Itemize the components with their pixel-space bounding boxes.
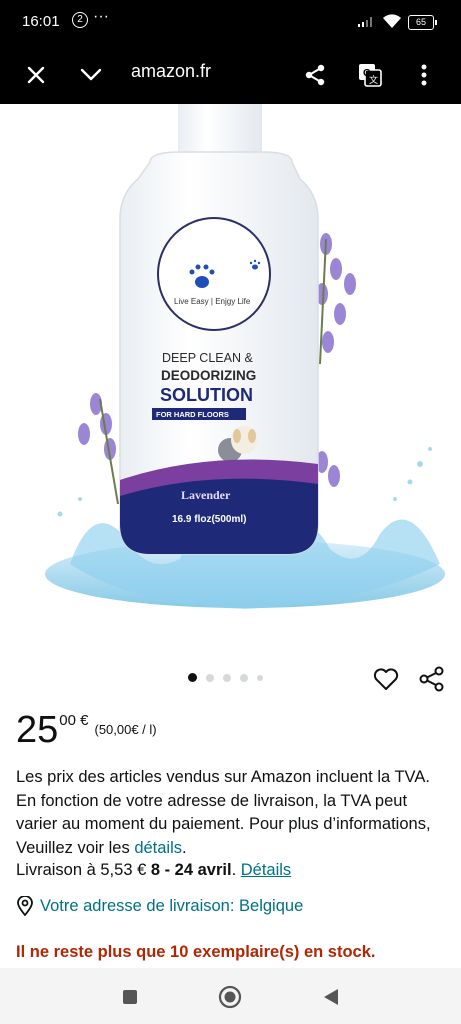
tva-notice: Les prix des articles vendus sur Amazon … [16, 766, 446, 860]
share-product-icon[interactable] [418, 665, 446, 693]
close-icon[interactable] [19, 58, 53, 92]
system-navigation-bar [0, 968, 461, 1024]
svg-text:文: 文 [369, 74, 378, 86]
image-carousel-indicator[interactable] [188, 673, 263, 682]
bottle-tagline: Live Easy | Enjgy Life [174, 297, 251, 306]
price-per-unit: (50,00€ / l) [94, 722, 157, 737]
carousel-dot[interactable] [240, 673, 248, 682]
delivery-address-text: Votre adresse de livraison: Belgique [40, 896, 304, 915]
delivery-info: Livraison à 5,53 € 8 - 24 avril. Détails [16, 861, 291, 880]
notification-count-badge: 2 [72, 12, 88, 28]
delivery-details-link[interactable]: Détails [241, 861, 291, 879]
bottle-deep-clean: DEEP CLEAN & [162, 351, 253, 365]
delivery-dates: 8 - 24 avril [150, 861, 232, 879]
carousel-dot[interactable] [223, 673, 231, 682]
battery-icon: 65 [408, 15, 437, 30]
stock-warning: Il ne reste plus que 10 exemplaire(s) en… [16, 943, 376, 961]
bottle-deodorizing: DEODORIZING [161, 368, 256, 383]
tva-details-link[interactable]: détails [134, 839, 182, 857]
carousel-dot[interactable] [257, 674, 263, 681]
more-notifications-icon: ··· [93, 8, 109, 25]
carousel-dot[interactable] [206, 673, 214, 682]
tva-notice-text: Les prix des articles vendus sur Amazon … [16, 768, 431, 857]
wifi-icon [383, 14, 401, 28]
delivery-address-link[interactable]: Votre adresse de livraison: Belgique [16, 896, 303, 916]
bottle-for-hard-floors: FOR HARD FLOORS [156, 410, 229, 419]
product-image[interactable]: Live Easy | Enjgy Life DEEP CLEAN & DEOD… [0, 104, 461, 664]
translate-icon[interactable]: G 文 [353, 58, 387, 92]
status-time: 16:01 [22, 13, 60, 30]
bottle-volume: 16.9 floz(500ml) [172, 514, 246, 525]
bottle-solution: SOLUTION [160, 385, 253, 405]
share-icon[interactable] [298, 58, 332, 92]
carousel-dot[interactable] [188, 673, 197, 682]
browser-top-bar: amazon.fr G 文 [0, 46, 461, 104]
status-bar: 16:01 2 ··· 65 [0, 0, 461, 46]
price-fraction: 00 € [59, 712, 89, 729]
more-options-icon[interactable] [407, 58, 441, 92]
price-whole: 25 [16, 709, 59, 751]
bottle-scent: Lavender [181, 488, 231, 502]
signal-icon [358, 17, 372, 27]
location-pin-icon [17, 896, 33, 916]
product-price: 25 00 € (50,00€ / l) [16, 708, 157, 752]
delivery-separator: . [231, 861, 241, 879]
home-icon[interactable] [217, 984, 243, 1010]
tva-notice-end: . [182, 838, 187, 857]
wishlist-heart-icon[interactable] [372, 665, 400, 693]
page-url[interactable]: amazon.fr [131, 61, 211, 82]
delivery-price: Livraison à 5,53 € [16, 861, 151, 879]
chevron-down-icon[interactable] [74, 58, 108, 92]
back-icon[interactable] [318, 984, 344, 1010]
recent-apps-icon[interactable] [117, 984, 143, 1010]
